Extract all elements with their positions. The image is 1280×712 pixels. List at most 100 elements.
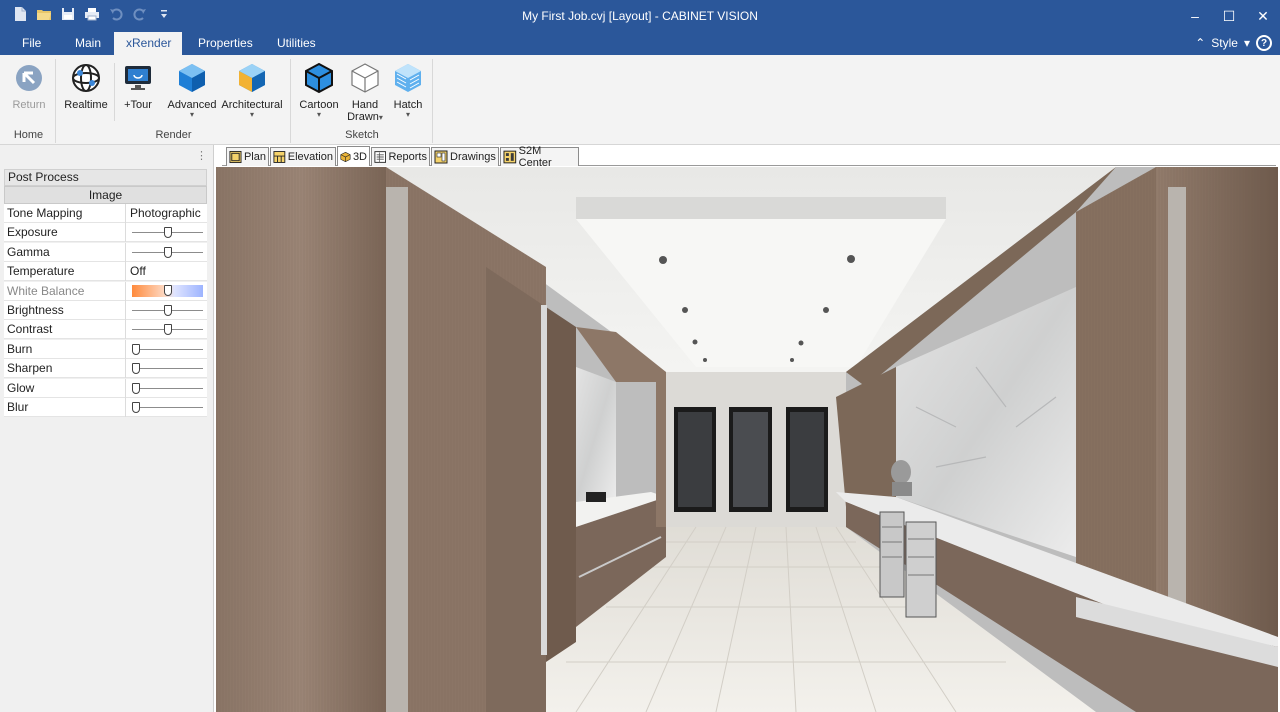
exposure-slider-thumb[interactable] (163, 227, 172, 239)
advanced-button[interactable]: Advanced ▾ (165, 61, 219, 119)
hatch-button[interactable]: Hatch ▾ (381, 61, 435, 119)
ribbon-group-home: Return Home (2, 59, 56, 143)
tab-utilities[interactable]: Utilities (265, 32, 328, 55)
property-name-glow: Glow (4, 378, 126, 398)
blur-slider-thumb[interactable] (132, 402, 140, 413)
property-name-tone-mapping: Tone Mapping (4, 204, 126, 223)
white-balance-slider-thumb[interactable] (163, 284, 172, 296)
sharpen-slider-track (132, 368, 203, 370)
exposure-slider[interactable] (128, 223, 207, 242)
image-category-header[interactable]: Image (4, 186, 207, 204)
hatch-dropdown-icon[interactable]: ▾ (381, 111, 435, 119)
tab-3d[interactable]: 3D (337, 146, 370, 166)
tour-button[interactable]: +Tour (111, 61, 165, 111)
brightness-slider[interactable] (128, 301, 207, 320)
tab-3d-label: 3D (352, 150, 367, 163)
contrast-slider-thumb[interactable] (163, 324, 172, 336)
architectural-dropdown-icon[interactable]: ▾ (219, 111, 285, 119)
brightness-slider-thumb[interactable] (163, 305, 172, 316)
property-row-sharpen[interactable]: Sharpen (4, 359, 207, 379)
tab-plan[interactable]: Plan (226, 147, 269, 166)
property-name-blur: Blur (4, 398, 126, 417)
property-name-burn: Burn (4, 339, 126, 359)
group-label-sketch: Sketch (345, 129, 379, 141)
return-icon (12, 61, 46, 95)
tab-elevation-label: Elevation (287, 151, 333, 163)
property-row-contrast[interactable]: Contrast (4, 320, 207, 340)
style-menu[interactable]: ⌃ Style ▾ ? (1195, 35, 1272, 51)
post-process-header[interactable]: Post Process (4, 169, 207, 186)
burn-slider-thumb[interactable] (132, 343, 140, 355)
close-button[interactable]: ✕ (1246, 0, 1280, 32)
ribbon-group-sketch: Cartoon ▾ Hand Drawn▾ Hatch ▾ Sketch (292, 59, 433, 143)
glow-slider[interactable] (128, 379, 207, 398)
property-row-exposure[interactable]: Exposure (4, 223, 207, 243)
architectural-cube-icon (235, 61, 269, 95)
return-button[interactable]: Return (2, 61, 56, 111)
3d-cube-icon (340, 151, 351, 162)
s2m-center-icon (503, 150, 517, 164)
tab-main[interactable]: Main (63, 32, 113, 55)
property-name-brightness: Brightness (4, 301, 126, 320)
tab-elevation[interactable]: Elevation (270, 147, 336, 166)
style-dropdown-icon[interactable]: ▾ (1244, 36, 1250, 50)
realtime-icon (69, 61, 103, 95)
tab-properties[interactable]: Properties (186, 32, 265, 55)
advanced-cube-icon (175, 61, 209, 95)
gamma-slider[interactable] (128, 243, 207, 262)
tab-reports-label: Reports (388, 151, 427, 163)
window-controls: ‒ ☐ ✕ (1178, 0, 1280, 32)
tab-file[interactable]: File (10, 32, 53, 55)
panel-grip-icon[interactable]: ⋮ (196, 149, 207, 162)
tab-drawings[interactable]: Drawings (431, 147, 499, 166)
glow-slider-track (132, 387, 203, 389)
drawings-icon (434, 150, 448, 164)
reports-icon (374, 151, 387, 163)
realtime-button[interactable]: Realtime (59, 61, 113, 111)
realtime-label: Realtime (64, 99, 108, 111)
blur-slider[interactable] (128, 398, 207, 417)
property-row-temperature-adjustment[interactable]: Temperature AdjustmentOff (4, 262, 207, 296)
glow-slider-thumb[interactable] (132, 382, 140, 394)
advanced-dropdown-icon[interactable]: ▾ (165, 111, 219, 119)
gamma-slider-thumb[interactable] (163, 246, 172, 258)
kitchen-render-image (216, 167, 1278, 712)
burn-slider-track (132, 348, 203, 350)
property-name-exposure: Exposure (4, 223, 126, 243)
tab-s2m-center[interactable]: S2M Center (500, 145, 579, 169)
elevation-icon (273, 151, 286, 163)
property-name-gamma: Gamma (4, 242, 126, 262)
3d-render-viewport[interactable] (216, 167, 1278, 712)
property-row-white-balance[interactable]: White Balance (4, 281, 207, 301)
tab-reports[interactable]: Reports (371, 147, 430, 166)
property-row-brightness[interactable]: Brightness (4, 301, 207, 320)
property-row-blur[interactable]: Blur (4, 398, 207, 417)
property-row-glow[interactable]: Glow (4, 378, 207, 398)
property-name-contrast: Contrast (4, 320, 126, 340)
style-label[interactable]: Style (1211, 36, 1238, 50)
sharpen-slider-thumb[interactable] (132, 363, 140, 375)
property-row-gamma[interactable]: Gamma (4, 242, 207, 262)
minimize-button[interactable]: ‒ (1178, 0, 1212, 32)
hatch-cube-icon (391, 61, 425, 95)
property-row-tone-mapping[interactable]: Tone Mapping Photographic (4, 204, 207, 223)
architectural-button[interactable]: Architectural ▾ (219, 61, 285, 119)
property-value-temperature-adjustment[interactable]: Off (128, 262, 207, 281)
document-tabs: Plan Elevation 3D Reports Drawings S2M C… (222, 145, 1276, 169)
group-label-home: Home (13, 129, 44, 141)
property-row-burn[interactable]: Burn (4, 339, 207, 359)
contrast-slider[interactable] (128, 320, 207, 339)
burn-slider[interactable] (128, 340, 207, 359)
tab-plan-label: Plan (243, 151, 266, 163)
white-balance-slider[interactable] (128, 282, 207, 301)
tab-xrender[interactable]: xRender (114, 32, 182, 55)
property-name-temperature-adjustment: Temperature Adjustment (4, 262, 126, 296)
help-icon[interactable]: ? (1256, 35, 1272, 51)
maximize-button[interactable]: ☐ (1212, 0, 1246, 32)
hand-drawn-cube-icon (348, 61, 382, 95)
tour-label: +Tour (124, 99, 152, 111)
collapse-ribbon-icon[interactable]: ⌃ (1195, 36, 1205, 50)
property-value-tone-mapping[interactable]: Photographic (128, 204, 207, 223)
sharpen-slider[interactable] (128, 359, 207, 378)
blur-slider-track (132, 407, 203, 408)
